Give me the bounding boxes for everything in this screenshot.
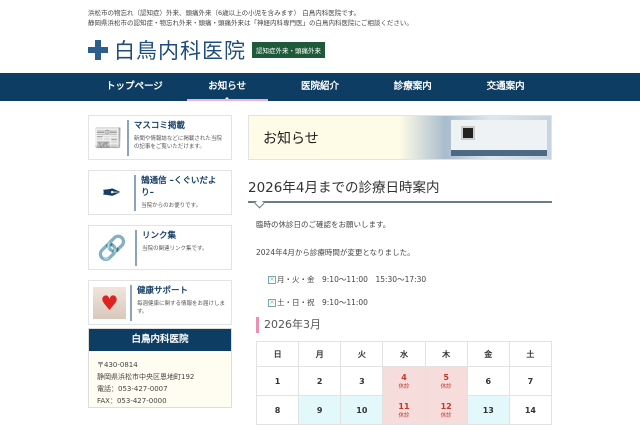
weekday-header: 火 xyxy=(340,341,384,367)
card-newsletter[interactable]: ✒ 鵠通信 –くぐいだより– 当院からのお便りです。 xyxy=(88,170,232,215)
checkbox-icon: × xyxy=(268,298,276,307)
closed-label: 休診 xyxy=(440,383,452,390)
day-number: 12 xyxy=(440,401,452,411)
clinic-postal: 〒430-0814 xyxy=(97,361,138,369)
day-number: 9 xyxy=(316,405,323,415)
calendar-table: 日月火水木金土 1 2 3 4 休診 5 休診 6 7 8 9 10 11 休診 12 休診 13 14 xyxy=(255,341,553,425)
day-number: 4 xyxy=(401,372,407,382)
card-desc: 新聞や情報誌などに掲載された当院の記事をご覧いただけます。 xyxy=(133,135,222,150)
day-number: 14 xyxy=(524,405,536,415)
weekday-header: 水 xyxy=(382,341,426,367)
intro-line: 浜松市の物忘れ（認知症）外来、頭痛外来（6歳以上の小児を含みます） 白鳥内科医院… xyxy=(88,9,361,17)
hours-row: × 土・日・祝 9:10～11:00 xyxy=(268,297,552,308)
closed-label: 休診 xyxy=(398,412,410,419)
card-desc: 当院の関連リンク集です。 xyxy=(142,245,208,252)
day-number: 6 xyxy=(485,376,492,386)
building-image xyxy=(451,120,547,156)
site-logo[interactable]: 白鳥内科医院 認知症外来・頭痛外来 xyxy=(88,35,325,65)
clinic-info: 白鳥内科医院 〒430-0814 静岡県浜松市中央区恩地町192 電話：053-… xyxy=(88,328,232,408)
card-desc: 毎週健康に関する情報をお届けします。 xyxy=(136,300,225,315)
weekday-header: 月 xyxy=(298,341,342,367)
card-title: 鵠通信 –くぐいだより– xyxy=(141,175,217,198)
nav-news[interactable]: お知らせ xyxy=(181,73,274,101)
card-title: マスコミ掲載 xyxy=(133,120,185,131)
checkbox-icon: × xyxy=(268,275,276,284)
weekday-header: 木 xyxy=(424,341,468,367)
weekday-header: 金 xyxy=(466,341,510,367)
article-heading: 2026年4月までの診療日時案内 xyxy=(248,176,552,203)
clinic-tel[interactable]: 電話：053-427-0007 xyxy=(97,383,223,395)
calendar-row: 1 2 3 4 休診 5 休診 6 7 xyxy=(255,366,553,396)
newspaper-icon: 📰 xyxy=(93,123,123,152)
notice-text: 臨時の休診日のご確認をお願いします。 xyxy=(256,220,391,229)
logo-badge: 認知症外来・頭痛外来 xyxy=(252,42,325,58)
calendar-day: 4 休診 xyxy=(382,366,426,396)
clinic-fax: FAX：053-427-0000 xyxy=(97,397,167,405)
card-health[interactable]: ♥ 健康サポート毎週健康に関する情報をお届けします。 xyxy=(88,280,232,325)
main-content: お知らせ 2026年4月までの診療日時案内 臨時の休診日のご確認をお願いします。… xyxy=(248,115,552,308)
calendar-day: 7 xyxy=(508,366,553,396)
letter-quill-icon: ✒ xyxy=(101,178,122,207)
day-number: 13 xyxy=(482,405,494,415)
calendar-day: 3 xyxy=(340,366,384,396)
day-number: 3 xyxy=(359,376,365,386)
main-nav: トップページ お知らせ 医院紹介 診療案内 交通案内 xyxy=(0,73,640,101)
nav-top[interactable]: トップページ xyxy=(88,73,181,101)
heart-hands-image: ♥ xyxy=(93,286,126,319)
page-banner: お知らせ xyxy=(248,115,552,160)
day-number: 7 xyxy=(527,376,534,386)
card-title: 健康サポート xyxy=(136,285,188,296)
sidebar: 📰 マスコミ掲載新聞や情報誌などに掲載された当院の記事をご覧いただけます。 ✒ 鵠通… xyxy=(88,115,232,335)
calendar-day: 1 xyxy=(255,366,300,396)
page-title: お知らせ xyxy=(263,131,319,147)
calendar-day: 6 xyxy=(466,366,510,396)
closed-label: 休診 xyxy=(440,412,452,419)
day-number: 10 xyxy=(356,405,368,415)
card-desc: 当院からのお便りです。 xyxy=(141,202,202,209)
calendar-day: 2 xyxy=(298,366,342,396)
day-number: 5 xyxy=(443,372,449,382)
card-media[interactable]: 📰 マスコミ掲載新聞や情報誌などに掲載された当院の記事をご覧いただけます。 xyxy=(88,115,232,160)
nav-about[interactable]: 医院紹介 xyxy=(274,73,367,101)
link-icon: 🔗 xyxy=(97,233,127,262)
hours-row: × 月・火・金 9:10～11:00 15:30～17:30 xyxy=(268,274,552,285)
logo-cross-icon xyxy=(88,40,108,60)
clinic-address: 静岡県浜松市中央区恩地町192 xyxy=(97,373,195,381)
intro-line: 静岡県浜松市の認知症・物忘れ外来・頭痛・頭痛外来は「神経内科専門医」の白鳥内科医… xyxy=(88,19,413,27)
closed-label: 休診 xyxy=(398,383,410,390)
day-number: 1 xyxy=(274,376,281,386)
hours-text: 土・日・祝 9:10～11:00 xyxy=(277,298,368,307)
clinic-name: 白鳥内科医院 xyxy=(89,329,231,351)
day-number: 11 xyxy=(398,401,410,411)
nav-access[interactable]: 交通案内 xyxy=(459,73,552,101)
weekday-header: 日 xyxy=(255,341,300,367)
logo-name: 白鳥内科医院 xyxy=(114,39,246,63)
day-number: 8 xyxy=(274,405,281,415)
calendar-title: 2026年3月 xyxy=(256,317,321,333)
card-title: リンク集 xyxy=(142,230,177,241)
hours-text: 月・火・金 9:10～11:00 15:30～17:30 xyxy=(277,275,427,284)
calendar-day: 5 休診 xyxy=(424,366,468,396)
nav-medical[interactable]: 診療案内 xyxy=(366,73,459,101)
intro-text: 浜松市の物忘れ（認知症）外来、頭痛外来（6歳以上の小児を含みます） 白鳥内科医院… xyxy=(88,8,413,28)
weekday-header: 土 xyxy=(508,341,553,367)
day-number: 2 xyxy=(316,376,323,386)
notice-text: 2024年4月から診療時間が変更となりました。 xyxy=(256,248,415,257)
card-links[interactable]: 🔗 リンク集当院の関連リンク集です。 xyxy=(88,225,232,270)
